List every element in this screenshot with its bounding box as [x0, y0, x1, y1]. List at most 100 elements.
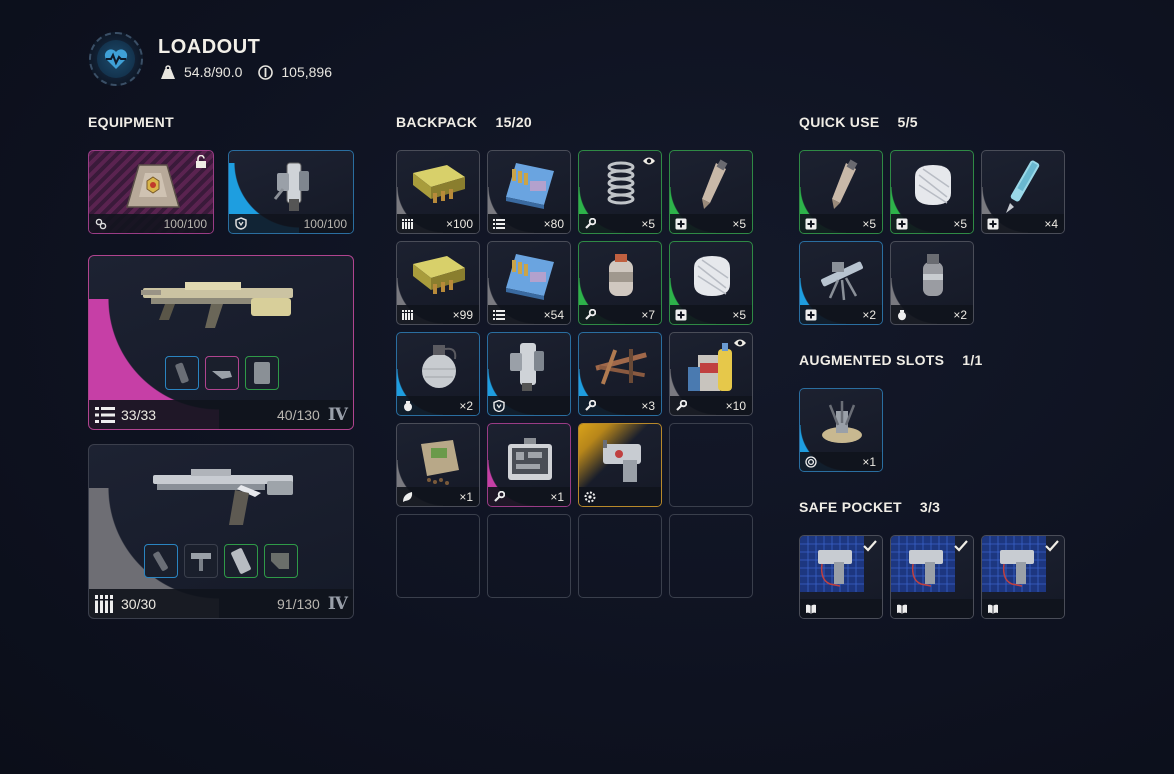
weight-icon: [161, 64, 175, 79]
item-slot-toolkit[interactable]: ×1: [487, 423, 571, 507]
weapon-1-ammo: 33/33: [121, 406, 157, 423]
weapon-1-attachment-mag[interactable]: [245, 356, 279, 390]
ammo-medium-icon: [95, 406, 115, 423]
light-ammo-2-art: [413, 256, 465, 294]
augment-slot[interactable]: 100/100: [88, 150, 214, 234]
weapon-1-attachment-grip[interactable]: [205, 356, 239, 390]
item-quantity: ×3: [641, 398, 655, 413]
item-slot-spring[interactable]: ×5: [578, 150, 662, 234]
empty-slot[interactable]: [578, 514, 662, 598]
empty-slot[interactable]: [487, 514, 571, 598]
avatar[interactable]: [89, 32, 143, 86]
item-slot-scrap-parts[interactable]: ×3: [578, 332, 662, 416]
item-slot-grenade[interactable]: ×2: [396, 332, 480, 416]
item-slot-key-device[interactable]: [578, 423, 662, 507]
item-quantity: ×54: [543, 307, 564, 322]
weapon-2-attachment-stock[interactable]: [264, 544, 298, 578]
item-info-bar: [488, 396, 570, 415]
item-slot-seeds[interactable]: ×1: [396, 423, 480, 507]
underbarrel-icon: [191, 553, 211, 571]
smoke-grenade-art: [923, 254, 943, 296]
item-quantity: ×2: [862, 307, 876, 322]
magazine-icon: [254, 362, 270, 384]
bandage-art: [694, 256, 730, 296]
item-slot-defibrillator[interactable]: ×2: [799, 241, 883, 325]
weapon-1-tier: IV: [327, 404, 348, 425]
item-slot-adrenaline-shot[interactable]: ×5: [799, 150, 883, 234]
book-icon: [987, 603, 999, 615]
item-slot-syringe[interactable]: ×4: [981, 150, 1065, 234]
item-slot-canister[interactable]: ×7: [578, 241, 662, 325]
grenade-icon: [402, 400, 414, 412]
key-device-art: [603, 440, 641, 482]
book-icon: [806, 604, 816, 614]
shield-slot[interactable]: 100/100: [228, 150, 354, 234]
shield-durability: 100/100: [303, 216, 347, 231]
grenade-icon: [896, 309, 908, 321]
item-slot-medium-ammo[interactable]: ×80: [487, 150, 571, 234]
safe-pocket-label: SAFE POCKET 3/3: [799, 499, 941, 515]
book-icon: [805, 603, 817, 615]
seeds-art: [421, 440, 459, 485]
leaf-icon: [402, 491, 414, 503]
weapon-2-art: [153, 469, 293, 525]
ammo-light-icon: [402, 218, 414, 230]
shield-recharger-art: [510, 343, 544, 391]
augment-item-art: [126, 164, 180, 208]
item-slot-trap-device[interactable]: ×1: [799, 388, 883, 472]
shield-icon: [235, 217, 247, 230]
weapon-1-attachment-muzzle[interactable]: [165, 356, 199, 390]
weapon-2-attachment-mag[interactable]: [224, 544, 258, 578]
item-slot-medium-ammo-2[interactable]: ×54: [487, 241, 571, 325]
item-slot-chemicals[interactable]: ×10: [669, 332, 753, 416]
item-quantity: ×4: [1044, 216, 1058, 231]
loadout-header: LOADOUT 54.8/90.0 105,896: [89, 32, 489, 88]
item-slot-blueprint-2[interactable]: [890, 535, 974, 619]
blueprint-art: [982, 536, 1046, 592]
medical-icon: [805, 218, 817, 230]
backpack-count: 15/20: [495, 114, 533, 130]
empty-slot[interactable]: [669, 423, 753, 507]
target-icon: [805, 455, 817, 468]
empty-slot[interactable]: [396, 514, 480, 598]
item-slot-shield-recharger[interactable]: [487, 332, 571, 416]
item-slot-adrenaline-shot[interactable]: ×5: [669, 150, 753, 234]
weapon-slot-2[interactable]: 30/30 91/130 IV: [88, 444, 354, 619]
stock-icon: [271, 553, 289, 569]
header-stats: 54.8/90.0 105,896: [160, 64, 332, 80]
item-slot-light-ammo[interactable]: ×100: [396, 150, 480, 234]
weapon-slot-1[interactable]: 33/33 40/130 IV: [88, 255, 354, 430]
item-info-bar: [579, 487, 661, 506]
item-slot-bandage[interactable]: ×5: [669, 241, 753, 325]
currency-value: 105,896: [281, 64, 332, 80]
weapon-2-attachment-underbarrel[interactable]: [184, 544, 218, 578]
item-slot-bandage[interactable]: ×5: [890, 150, 974, 234]
item-quantity: ×99: [452, 307, 473, 322]
item-slot-smoke-grenade[interactable]: ×2: [890, 241, 974, 325]
equipment-label: EQUIPMENT: [88, 114, 174, 130]
weapon-2-attachment-muzzle[interactable]: [144, 544, 178, 578]
item-slot-blueprint-3[interactable]: [981, 535, 1065, 619]
item-slot-light-ammo-2[interactable]: ×99: [396, 241, 480, 325]
ammo-light-icon: [402, 309, 414, 320]
grip-icon: [212, 371, 232, 379]
item-info-bar: ×2: [800, 305, 882, 324]
leaf-icon: [403, 491, 413, 502]
scrap-parts-art: [595, 349, 647, 385]
item-info-bar: ×4: [982, 214, 1064, 233]
wrench-icon: [585, 217, 596, 229]
blueprint-art: [800, 536, 864, 592]
wrench-icon: [584, 308, 596, 321]
item-quantity: ×5: [862, 216, 876, 231]
weapon-2-ammo: 30/30: [121, 595, 157, 612]
grenade-icon: [898, 309, 906, 320]
medical-icon: [805, 218, 817, 229]
medium-ammo-art: [506, 163, 554, 209]
unlock-icon: [196, 155, 206, 168]
medical-icon: [675, 309, 687, 321]
empty-slot[interactable]: [669, 514, 753, 598]
augmented-slots-label: AUGMENTED SLOTS 1/1: [799, 352, 983, 368]
item-info-bar: ×1: [488, 487, 570, 506]
book-icon: [897, 604, 907, 614]
item-slot-blueprint-1[interactable]: [799, 535, 883, 619]
